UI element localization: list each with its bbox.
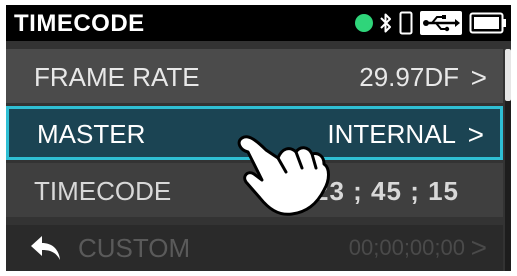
- menu-item-label: TIMECODE: [34, 176, 172, 206]
- menu-item-value: 29.97DF: [359, 62, 459, 92]
- menu-item-label: CUSTOM: [78, 233, 191, 263]
- status-dot-icon: [355, 14, 373, 32]
- chevron-right-icon: >: [470, 62, 487, 93]
- scrollbar-thumb[interactable]: [505, 49, 511, 101]
- bluetooth-icon: [379, 12, 393, 34]
- menu-item-label: MASTER: [37, 119, 146, 149]
- scrollbar[interactable]: [505, 49, 511, 271]
- chevron-right-icon: >: [470, 232, 487, 263]
- screen-title: TIMECODE: [14, 10, 145, 37]
- menu-item-value: 00;00;00;00: [348, 235, 465, 260]
- menu-item-label: FRAME RATE: [34, 62, 200, 92]
- status-bar: TIMECODE: [6, 5, 511, 41]
- chevron-right-icon: >: [467, 119, 484, 150]
- pointing-hand-icon: [226, 128, 338, 227]
- battery-icon: [469, 12, 507, 34]
- back-arrow-icon[interactable]: [28, 233, 64, 268]
- phone-icon: [399, 11, 413, 35]
- menu-item-value: INTERNAL: [327, 119, 456, 149]
- status-icons: [355, 9, 507, 37]
- usb-icon: [419, 10, 463, 36]
- menu-item-custom[interactable]: CUSTOM 00;00;00;00 >: [6, 225, 503, 271]
- menu-item-frame-rate[interactable]: FRAME RATE 29.97DF >: [6, 49, 503, 103]
